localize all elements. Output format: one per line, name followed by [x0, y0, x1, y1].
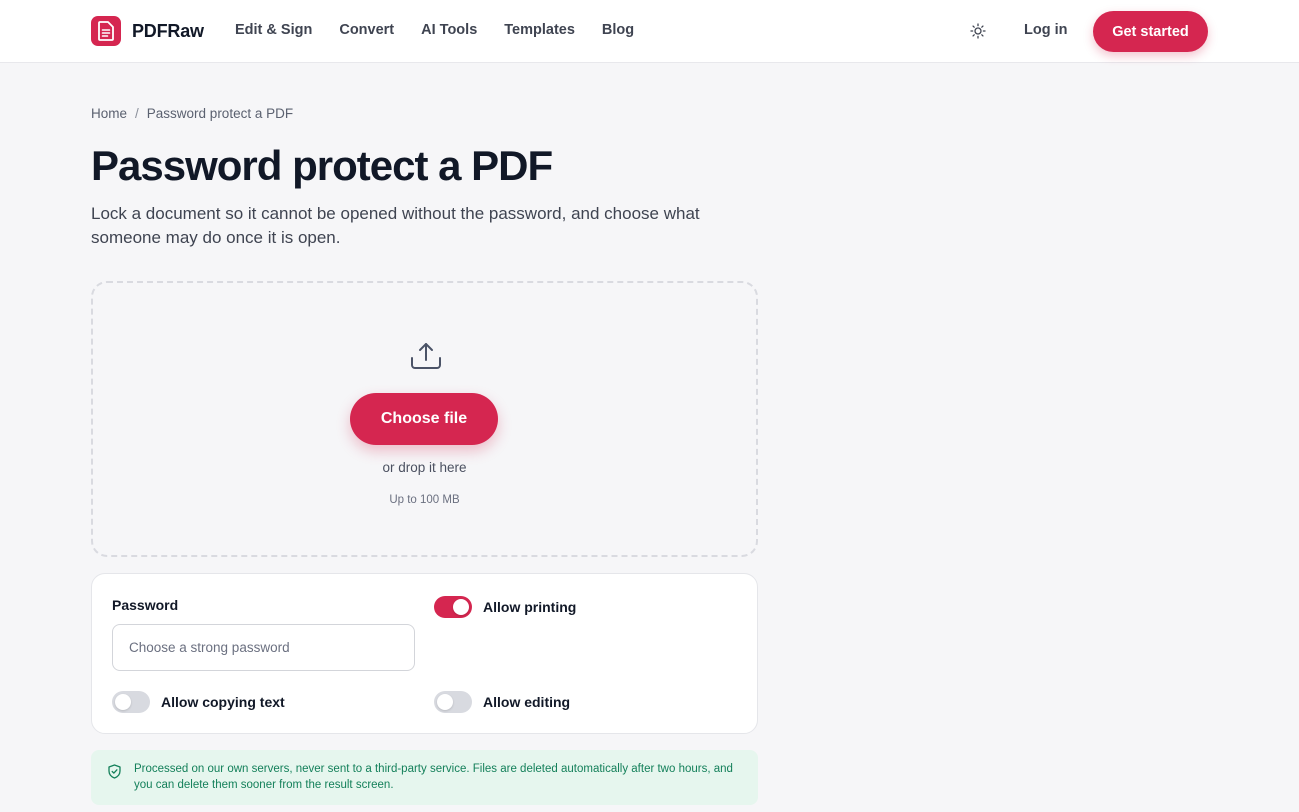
site-header: PDFRaw Edit & Sign Convert AI Tools Temp…: [0, 0, 1299, 63]
page-title: Password protect a PDF: [91, 142, 553, 189]
brand-logo[interactable]: PDFRaw: [91, 16, 204, 46]
nav-blog[interactable]: Blog: [602, 22, 634, 38]
allow-copying-label: Allow copying text: [161, 694, 285, 710]
allow-printing-toggle[interactable]: [434, 596, 472, 618]
allow-editing-label: Allow editing: [483, 694, 571, 710]
protection-options: Password Allow printing Allow copying te…: [91, 573, 758, 734]
document-icon: [91, 16, 121, 46]
main-nav: Edit & Sign Convert AI Tools Templates B…: [235, 22, 661, 38]
nav-ai-tools[interactable]: AI Tools: [421, 22, 477, 38]
choose-file-button[interactable]: Choose file: [350, 393, 498, 445]
password-label: Password: [112, 597, 179, 613]
allow-copying-option[interactable]: Allow copying text: [112, 691, 285, 713]
get-started-button[interactable]: Get started: [1093, 11, 1208, 52]
brand-name: PDFRaw: [132, 20, 204, 41]
privacy-notice: Processed on our own servers, never sent…: [91, 750, 758, 805]
breadcrumb-home[interactable]: Home: [91, 106, 127, 121]
privacy-notice-text: Processed on our own servers, never sent…: [134, 763, 733, 791]
nav-templates[interactable]: Templates: [504, 22, 575, 38]
drop-hint: or drop it here: [382, 460, 467, 475]
allow-printing-label: Allow printing: [483, 599, 577, 615]
file-dropzone[interactable]: Choose file or drop it here Up to 100 MB: [91, 281, 758, 557]
breadcrumb: Home / Password protect a PDF: [91, 106, 293, 121]
upload-icon: [411, 343, 441, 369]
password-input[interactable]: [112, 624, 415, 671]
theme-toggle-button[interactable]: [967, 20, 989, 42]
login-link[interactable]: Log in: [1024, 22, 1068, 38]
allow-editing-toggle[interactable]: [434, 691, 472, 713]
sun-icon: [970, 23, 986, 39]
breadcrumb-current: Password protect a PDF: [146, 106, 294, 121]
page-subtitle: Lock a document so it cannot be opened w…: [91, 204, 700, 247]
allow-printing-option[interactable]: Allow printing: [434, 596, 576, 618]
allow-editing-option[interactable]: Allow editing: [434, 691, 570, 713]
breadcrumb-separator: /: [135, 106, 139, 121]
allow-copying-toggle[interactable]: [112, 691, 150, 713]
nav-edit-sign[interactable]: Edit & Sign: [235, 22, 312, 38]
file-size-limit: Up to 100 MB: [389, 494, 460, 506]
nav-convert[interactable]: Convert: [339, 22, 394, 38]
shield-check-icon: [108, 764, 121, 779]
